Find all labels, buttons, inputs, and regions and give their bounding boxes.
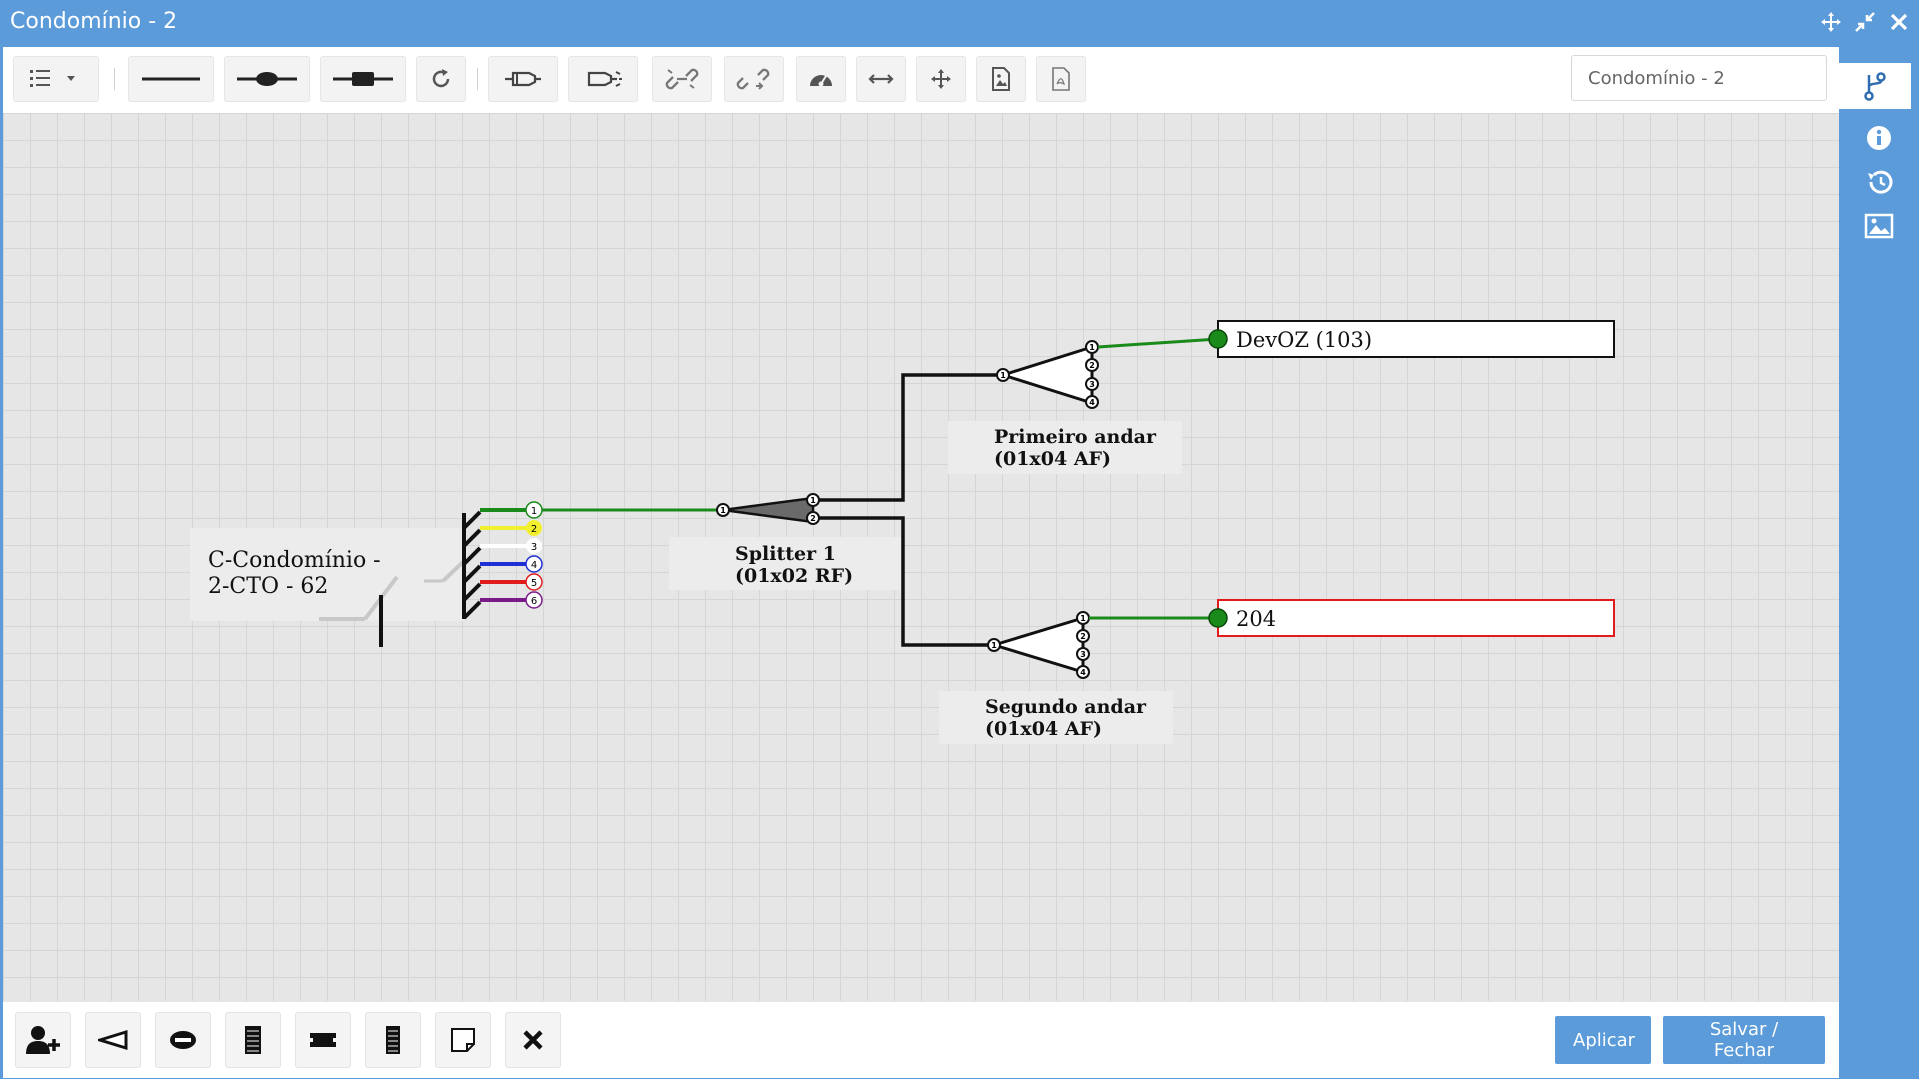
- link-icon[interactable]: [652, 56, 712, 102]
- fiber-1-number: 1: [531, 506, 537, 517]
- diagram-canvas[interactable]: C-Condomínio - 2-CTO - 62 1 2 3 4 5 6 1 …: [3, 113, 1839, 1001]
- toolbar-separator: [114, 68, 115, 90]
- editor-panel: C-Condomínio - 2-CTO - 62: [3, 47, 1839, 1078]
- close-icon[interactable]: [1887, 10, 1911, 34]
- export-image-icon[interactable]: [976, 56, 1026, 102]
- add-note-icon[interactable]: [435, 1012, 491, 1068]
- right-sidebar: [1839, 47, 1919, 1079]
- segundo-label-line1: Segundo andar: [985, 696, 1147, 718]
- add-connector-icon[interactable]: [295, 1012, 351, 1068]
- fusion-splice-button[interactable]: [224, 56, 310, 102]
- fiber-5[interactable]: 5: [480, 573, 543, 591]
- fiber-6-number: 6: [531, 596, 537, 607]
- apply-button[interactable]: Aplicar: [1555, 1016, 1651, 1064]
- delete-icon[interactable]: [505, 1012, 561, 1068]
- segundo-port-1: 1: [1080, 614, 1086, 623]
- window-controls: [1819, 10, 1911, 34]
- diagram-name-input[interactable]: [1571, 55, 1827, 101]
- unlink-icon[interactable]: [724, 56, 784, 102]
- branch-icon: [1864, 72, 1886, 101]
- splitter1-label-line2: (01x02 RF): [735, 565, 853, 587]
- client-204-label: 204: [1236, 607, 1276, 631]
- export-pdf-icon[interactable]: [1036, 56, 1086, 102]
- add-splitter-icon[interactable]: [85, 1012, 141, 1068]
- history-icon: [1868, 170, 1893, 194]
- fiber-5-number: 5: [531, 578, 537, 589]
- diagram-svg: C-Condomínio - 2-CTO - 62 1 2 3 4 5 6 1 …: [190, 320, 1615, 744]
- cto-label-line1: C-Condomínio -: [208, 548, 381, 573]
- toolbar: [3, 47, 1839, 114]
- link-primeiro-client[interactable]: [1097, 337, 1219, 349]
- splitter1-port-2: 2: [810, 514, 816, 523]
- fiber-4[interactable]: 4: [480, 555, 543, 573]
- fiber-4-number: 4: [531, 560, 537, 571]
- save-close-button[interactable]: Salvar / Fechar: [1663, 1016, 1825, 1064]
- image-icon: [1864, 213, 1894, 239]
- sidebar-item-diagram[interactable]: [1839, 63, 1911, 109]
- fiber-1[interactable]: 1: [480, 501, 543, 519]
- primeiro-port-1: 1: [1089, 343, 1095, 352]
- segundo-label-line2: (01x04 AF): [985, 718, 1102, 740]
- segundo-input-port: 1: [991, 641, 997, 650]
- compress-icon[interactable]: [1853, 10, 1877, 34]
- bottom-toolbar: Aplicar Salvar / Fechar: [3, 1001, 1839, 1078]
- segundo-port-3: 3: [1080, 650, 1086, 659]
- plug-out-icon[interactable]: [568, 56, 638, 102]
- sidebar-item-image[interactable]: [1851, 203, 1907, 249]
- primeiro-label-line1: Primeiro andar: [994, 426, 1157, 448]
- sidebar-item-history[interactable]: [1851, 159, 1907, 205]
- fiber-3-number: 3: [531, 542, 537, 553]
- segundo-port-2: 2: [1080, 632, 1086, 641]
- add-cable-icon[interactable]: [225, 1012, 281, 1068]
- client-devoz[interactable]: DevOZ (103): [1208, 320, 1615, 358]
- primeiro-port-3: 3: [1089, 380, 1095, 389]
- add-splice-icon[interactable]: [155, 1012, 211, 1068]
- client-204[interactable]: 204: [1208, 599, 1615, 637]
- splitter1-label-line1: Splitter 1: [735, 543, 836, 565]
- splitter-primeiro-andar[interactable]: 1 1 2 3 4: [996, 340, 1099, 409]
- splitter1-port-1: 1: [810, 496, 816, 505]
- primeiro-port-2: 2: [1089, 361, 1095, 370]
- splitter-1[interactable]: 1 1 2: [716, 493, 820, 525]
- list-menu-button[interactable]: [13, 56, 99, 102]
- move-icon[interactable]: [1819, 10, 1843, 34]
- add-client-icon[interactable]: [15, 1012, 71, 1068]
- fiber-2-number: 2: [531, 524, 537, 535]
- title-bar: Condomínio - 2: [0, 0, 1919, 47]
- crosshair-icon[interactable]: [916, 56, 966, 102]
- dashboard-icon[interactable]: [796, 56, 846, 102]
- toolbar-separator: [477, 68, 478, 90]
- info-icon: [1867, 126, 1891, 150]
- primeiro-port-4: 4: [1089, 398, 1095, 407]
- cto-label-line2: 2-CTO - 62: [208, 574, 328, 599]
- sidebar-item-info[interactable]: [1851, 115, 1907, 161]
- add-dio-icon[interactable]: [365, 1012, 421, 1068]
- fiber-6[interactable]: 6: [480, 591, 543, 609]
- splitter-segundo-andar[interactable]: 1 1 2 3 4: [987, 611, 1090, 679]
- connector-button[interactable]: [320, 56, 406, 102]
- fiber-3[interactable]: 3: [480, 538, 542, 554]
- segundo-port-4: 4: [1080, 668, 1086, 677]
- plug-in-icon[interactable]: [488, 56, 558, 102]
- primeiro-label-line2: (01x04 AF): [994, 448, 1111, 470]
- redo-icon[interactable]: [416, 56, 466, 102]
- client-devoz-label: DevOZ (103): [1236, 328, 1372, 352]
- window-title: Condomínio - 2: [10, 9, 178, 34]
- splitter1-input-port: 1: [720, 506, 726, 515]
- fiber-2[interactable]: 2: [480, 520, 542, 536]
- fiber-line-button[interactable]: [128, 56, 214, 102]
- arrows-horizontal-icon[interactable]: [856, 56, 906, 102]
- primeiro-input-port: 1: [1000, 371, 1006, 380]
